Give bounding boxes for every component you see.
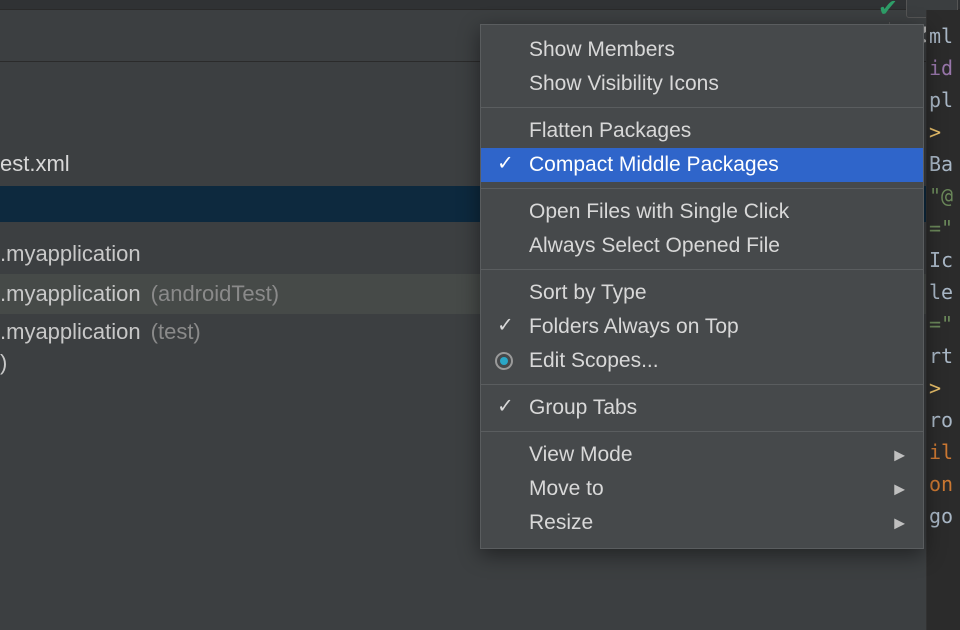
menu-item-move-to[interactable]: Move to ▶	[481, 472, 923, 506]
title-bar	[0, 0, 960, 10]
menu-item-label: Open Files with Single Click	[529, 200, 789, 224]
code-token: il	[929, 440, 953, 464]
menu-item-view-mode[interactable]: View Mode ▶	[481, 438, 923, 472]
menu-item-show-members[interactable]: Show Members	[481, 33, 923, 67]
package-qualifier: (test)	[151, 319, 201, 345]
menu-item-label: Compact Middle Packages	[529, 153, 779, 177]
code-token: "@	[929, 184, 953, 208]
menu-item-label: Resize	[529, 511, 593, 535]
menu-item-flatten-packages[interactable]: Flatten Packages	[481, 114, 923, 148]
code-token: go	[929, 504, 953, 528]
tree-paren: )	[0, 350, 7, 376]
code-token: le	[929, 280, 953, 304]
project-settings-menu: Show Members Show Visibility Icons Flatt…	[480, 24, 924, 549]
editor-strip: ml id pl > Ba "@ =" Ic le =" rt > ro il …	[926, 10, 960, 630]
menu-item-edit-scopes[interactable]: Edit Scopes...	[481, 344, 923, 378]
check-icon: ✓	[497, 313, 514, 338]
code-token: >	[929, 120, 941, 144]
check-icon: ✓	[497, 151, 514, 176]
menu-item-label: Show Visibility Icons	[529, 72, 719, 96]
menu-separator	[481, 431, 923, 432]
code-token: Ba	[929, 152, 953, 176]
file-name: est.xml	[0, 151, 70, 177]
menu-separator	[481, 107, 923, 108]
chevron-right-icon: ▶	[894, 481, 905, 498]
menu-item-folders-on-top[interactable]: ✓ Folders Always on Top	[481, 310, 923, 344]
menu-item-label: Edit Scopes...	[529, 349, 659, 373]
menu-item-label: Group Tabs	[529, 396, 637, 420]
code-token: rt	[929, 344, 953, 368]
package-name: .myapplication	[0, 319, 141, 345]
package-qualifier: (androidTest)	[151, 281, 279, 307]
menu-item-open-files-single-click[interactable]: Open Files with Single Click	[481, 195, 923, 229]
menu-item-show-visibility-icons[interactable]: Show Visibility Icons	[481, 67, 923, 101]
menu-item-label: View Mode	[529, 443, 633, 467]
menu-item-sort-by-type[interactable]: Sort by Type	[481, 276, 923, 310]
code-token: ="	[929, 312, 953, 336]
menu-item-compact-middle-packages[interactable]: ✓ Compact Middle Packages	[481, 148, 923, 182]
sync-ok-icon: ✔	[878, 0, 898, 23]
menu-item-always-select-opened[interactable]: Always Select Opened File	[481, 229, 923, 263]
menu-item-resize[interactable]: Resize ▶	[481, 506, 923, 540]
menu-item-label: Folders Always on Top	[529, 315, 739, 339]
code-token: Ic	[929, 248, 953, 272]
package-name: .myapplication	[0, 241, 141, 267]
chevron-right-icon: ▶	[894, 447, 905, 464]
chevron-right-icon: ▶	[894, 515, 905, 532]
code-token: ro	[929, 408, 953, 432]
code-token: ml	[929, 24, 953, 48]
package-name: .myapplication	[0, 281, 141, 307]
menu-separator	[481, 188, 923, 189]
menu-separator	[481, 269, 923, 270]
menu-item-label: Sort by Type	[529, 281, 647, 305]
code-token: pl	[929, 88, 953, 112]
menu-item-group-tabs[interactable]: ✓ Group Tabs	[481, 391, 923, 425]
radio-icon	[495, 352, 513, 370]
menu-item-label: Move to	[529, 477, 604, 501]
menu-item-label: Show Members	[529, 38, 675, 62]
menu-item-label: Flatten Packages	[529, 119, 691, 143]
code-token: ="	[929, 216, 953, 240]
menu-item-label: Always Select Opened File	[529, 234, 780, 258]
code-token: on	[929, 472, 953, 496]
menu-separator	[481, 384, 923, 385]
check-icon: ✓	[497, 394, 514, 419]
code-token: id	[929, 56, 953, 80]
code-token: >	[929, 376, 941, 400]
